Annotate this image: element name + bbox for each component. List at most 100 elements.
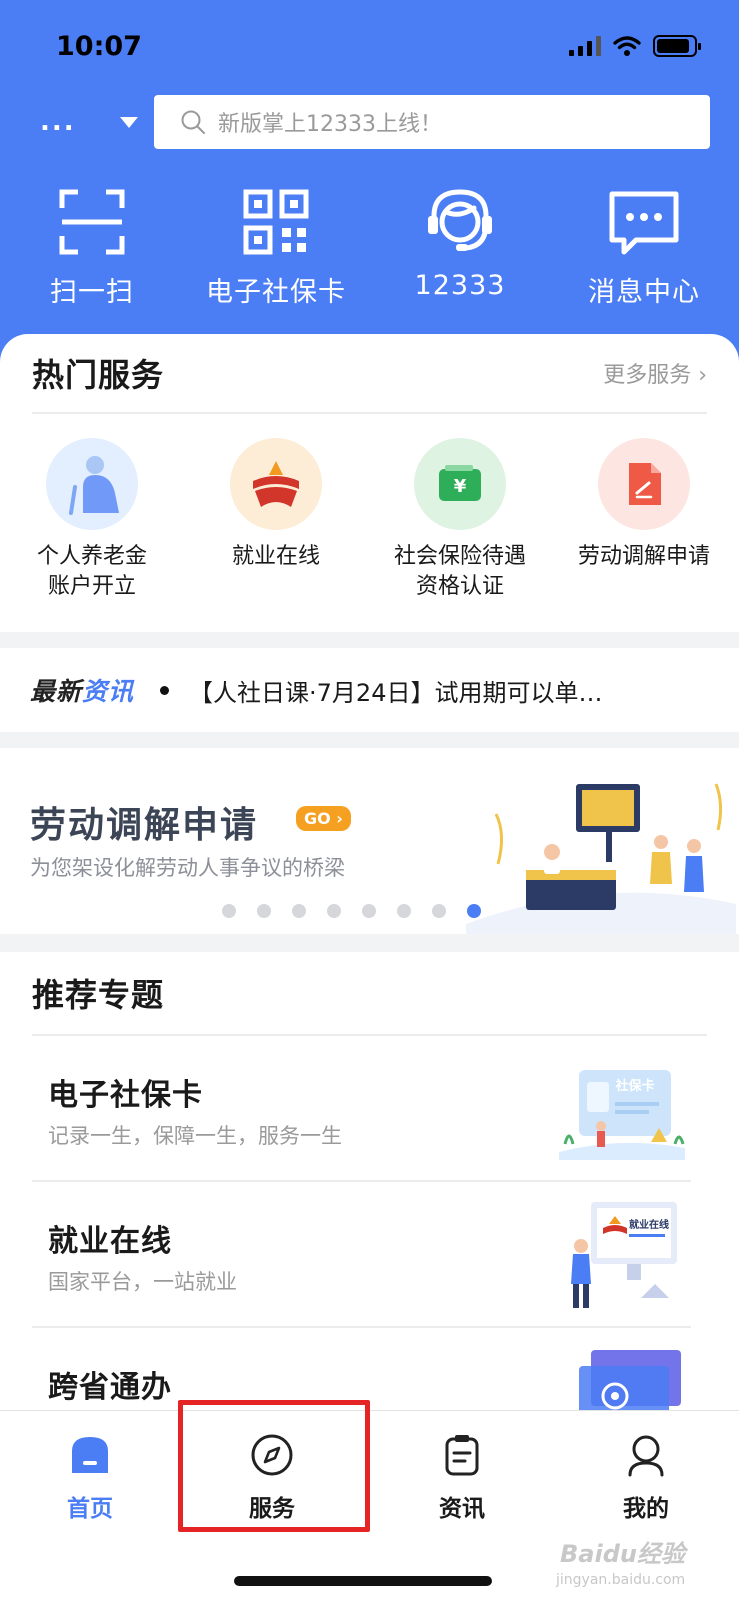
qr-code-icon <box>243 189 309 255</box>
tab-label: 资讯 <box>439 1496 485 1522</box>
employment-illustration: 就业在线 <box>571 1202 677 1308</box>
service-label: 个人养老金 账户开立 <box>7 542 177 602</box>
service-label-line: 个人养老金 <box>36 544 147 569</box>
watermark: Baidu经验 <box>560 1540 685 1568</box>
service-icon-bg: ¥ <box>414 438 506 530</box>
document-edit-icon <box>629 463 661 505</box>
quick-action-scan[interactable]: 扫一扫 <box>0 184 184 309</box>
screen-label: 就业在线 <box>629 1218 669 1231</box>
more-services-link[interactable]: 更多服务 › <box>603 357 707 389</box>
carousel-dot[interactable] <box>292 904 306 918</box>
service-label-line: 资格认证 <box>415 574 504 599</box>
quick-action-messages[interactable]: 消息中心 <box>552 184 736 309</box>
service-label-line: 劳动调解申请 <box>577 544 710 569</box>
highlight-box <box>178 1400 370 1532</box>
city-selector[interactable]: ... <box>40 107 112 137</box>
news-logo: 最新资讯 <box>30 672 134 708</box>
topic-subtitle: 国家平台，一站就业 <box>48 1270 237 1294</box>
home-indicator[interactable] <box>234 1576 492 1586</box>
news-headline[interactable]: 【人社日课·7月24日】试用期可以单… <box>189 673 669 708</box>
service-labor-mediation[interactable]: 劳动调解申请 <box>552 438 736 602</box>
tab-profile[interactable]: 我的 <box>586 1433 706 1523</box>
hot-services-section: 热门服务 更多服务 › 个人养老金 账户开立 就业在线 ¥ 社会保险待遇 资格认… <box>0 334 739 632</box>
carousel-dot[interactable] <box>257 904 271 918</box>
news-logo-black: 最新 <box>30 677 83 706</box>
quick-action-label: 消息中心 <box>588 277 700 308</box>
topic-employment-online[interactable]: 就业在线 国家平台，一站就业 就业在线 <box>32 1182 691 1328</box>
status-icons <box>569 35 701 57</box>
quick-action-label: 电子社保卡 <box>206 277 346 308</box>
service-employment-online[interactable]: 就业在线 <box>184 438 368 602</box>
topic-title: 跨省通办 <box>48 1370 172 1405</box>
service-label-line: 社会保险待遇 <box>393 544 526 569</box>
header: 10:07 ... 新版掌上12333上线！ 扫一扫 电子社保卡 12333 消… <box>0 0 739 390</box>
status-time: 10:07 <box>56 30 142 62</box>
battery-icon <box>653 35 701 57</box>
news-ticker[interactable]: 最新资讯 【人社日课·7月24日】试用期可以单… <box>0 648 739 732</box>
employment-logo-icon <box>253 461 299 507</box>
search-bar[interactable]: 新版掌上12333上线！ <box>154 95 710 149</box>
watermark-url: jingyan.baidu.com <box>556 1572 686 1588</box>
tab-label: 我的 <box>623 1496 669 1522</box>
hot-services-grid: 个人养老金 账户开立 就业在线 ¥ 社会保险待遇 资格认证 劳动调解申请 <box>0 438 739 602</box>
banner-title: 劳动调解申请 <box>30 805 259 846</box>
tab-home[interactable]: 首页 <box>30 1433 150 1523</box>
cellular-signal-icon <box>569 36 601 56</box>
promo-banner[interactable]: 劳动调解申请 GO › 为您架设化解劳动人事争议的桥梁 <box>0 748 739 934</box>
quick-action-label: 扫一扫 <box>50 277 134 308</box>
carousel-dot[interactable] <box>397 904 411 918</box>
carousel-dot[interactable] <box>362 904 376 918</box>
top-bar: ... 新版掌上12333上线！ <box>40 94 710 150</box>
carousel-dot[interactable] <box>432 904 446 918</box>
service-icon-bg <box>46 438 138 530</box>
topic-title: 就业在线 <box>48 1224 172 1259</box>
service-label: 就业在线 <box>191 542 361 572</box>
bullet-icon <box>160 685 170 695</box>
hot-services-header: 热门服务 更多服务 › <box>32 334 707 414</box>
customer-service-icon <box>428 189 492 251</box>
service-icon-bg <box>230 438 322 530</box>
svg-text:¥: ¥ <box>454 476 467 497</box>
section-title: 热门服务 <box>32 356 165 394</box>
topics-header: 推荐专题 <box>32 952 707 1036</box>
home-icon <box>72 1437 108 1473</box>
clipboard-icon <box>445 1435 479 1476</box>
quick-action-label: 12333 <box>414 270 506 301</box>
topic-title: 电子社保卡 <box>48 1078 203 1113</box>
user-icon <box>628 1435 664 1477</box>
carousel-dot[interactable] <box>327 904 341 918</box>
search-placeholder: 新版掌上12333上线！ <box>218 112 442 137</box>
message-icon <box>609 191 679 255</box>
recommended-topics-section: 推荐专题 电子社保卡 记录一生，保障一生，服务一生 社保卡 就业在线 国家平台，… <box>0 952 739 1422</box>
elderly-person-icon <box>69 456 119 515</box>
search-icon <box>181 110 205 134</box>
status-bar: 10:07 <box>56 28 701 64</box>
tab-label: 首页 <box>67 1496 113 1522</box>
wallet-icon: ¥ <box>439 465 481 501</box>
news-logo-blue: 资讯 <box>82 677 135 706</box>
service-insurance-certification[interactable]: ¥ 社会保险待遇 资格认证 <box>368 438 552 602</box>
quick-action-hotline[interactable]: 12333 <box>368 184 552 309</box>
quick-action-social-card[interactable]: 电子社保卡 <box>184 184 368 309</box>
service-label-line: 账户开立 <box>47 574 136 599</box>
quick-actions: 扫一扫 电子社保卡 12333 消息中心 <box>0 184 739 309</box>
tab-news[interactable]: 资讯 <box>402 1433 522 1523</box>
service-icon-bg <box>598 438 690 530</box>
carousel-dot[interactable] <box>467 904 481 918</box>
section-title: 推荐专题 <box>32 976 165 1014</box>
mediation-illustration <box>466 783 736 934</box>
scan-icon <box>59 189 125 255</box>
carousel-dot[interactable] <box>222 904 236 918</box>
card-label: 社保卡 <box>614 1078 654 1094</box>
service-label: 社会保险待遇 资格认证 <box>375 542 545 602</box>
wifi-icon <box>613 36 641 56</box>
banner-subtitle: 为您架设化解劳动人事争议的桥梁 <box>30 856 345 880</box>
topic-social-card[interactable]: 电子社保卡 记录一生，保障一生，服务一生 社保卡 <box>32 1036 691 1182</box>
carousel-dots[interactable] <box>222 904 481 918</box>
topic-subtitle: 记录一生，保障一生，服务一生 <box>48 1124 342 1148</box>
service-label: 劳动调解申请 <box>559 542 729 572</box>
go-badge[interactable]: GO › <box>296 806 351 831</box>
service-pension-account[interactable]: 个人养老金 账户开立 <box>0 438 184 602</box>
caret-down-icon[interactable] <box>120 116 138 128</box>
service-label-line: 就业在线 <box>231 544 320 569</box>
